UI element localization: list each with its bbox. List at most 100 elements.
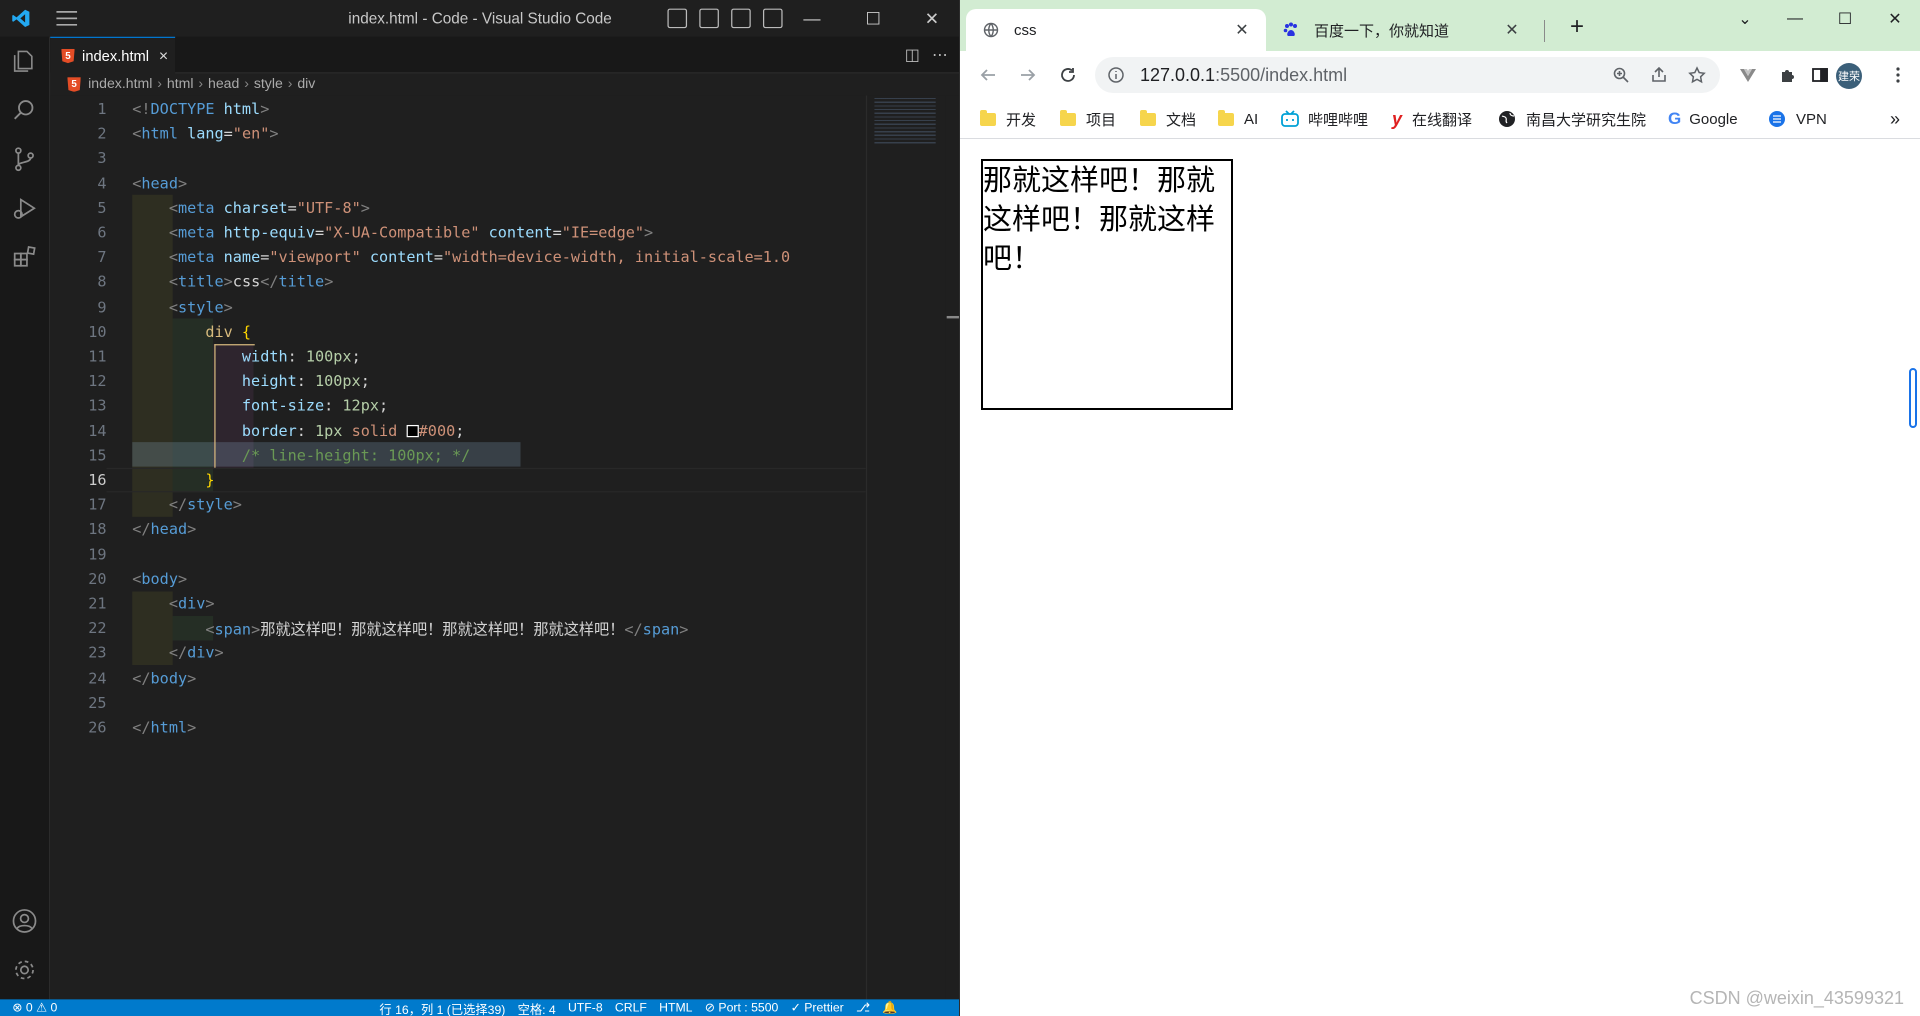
minimize-button[interactable]: —	[1770, 0, 1820, 38]
run-debug-icon[interactable]	[11, 195, 38, 222]
notifications-bell-icon[interactable]: 🔔	[882, 1001, 897, 1014]
code-line[interactable]: 13 font-size: 12px;	[50, 393, 866, 418]
split-editor-icon[interactable]: ◫	[905, 45, 920, 65]
prettier-status[interactable]: ✓ Prettier	[791, 1001, 844, 1014]
bookmark-star-icon[interactable]	[1688, 66, 1706, 84]
code-line[interactable]: 26 </html>	[50, 715, 866, 740]
site-info-icon[interactable]	[1107, 66, 1125, 84]
browser-tab[interactable]: 百度一下，你就知道 ✕	[1266, 9, 1536, 51]
maximize-button[interactable]: ☐	[1820, 0, 1870, 38]
code-editor[interactable]: 1 <!DOCTYPE html> 2 <html lang="en"> 3 4 <head…	[50, 95, 866, 1000]
code-line[interactable]: 8 <title>css</title>	[50, 269, 866, 294]
new-tab-button[interactable]: +	[1570, 15, 1584, 39]
line-ending[interactable]: CRLF	[615, 1001, 647, 1014]
code-line[interactable]: 17 </style>	[50, 492, 866, 517]
bookmark-bilibili[interactable]: 哔哩哔哩	[1280, 107, 1368, 131]
extensions-icon[interactable]	[11, 244, 38, 271]
code-line[interactable]: 15 /* line-height: 100px; */	[50, 442, 866, 467]
live-server-port[interactable]: ⊘ Port : 5500	[705, 1001, 779, 1014]
code-line[interactable]: 5 <meta charset="UTF-8">	[50, 195, 866, 220]
tab-search-icon[interactable]: ⌄	[1720, 0, 1770, 38]
vuejs-extension-icon[interactable]	[1736, 63, 1760, 87]
line-number: 8	[97, 272, 107, 291]
minimize-button[interactable]: —	[784, 0, 840, 37]
explorer-icon[interactable]	[11, 48, 38, 75]
page-scrollbar[interactable]	[1906, 140, 1920, 1016]
breadcrumb-item[interactable]: div	[297, 77, 315, 92]
bookmark-folder-wendang[interactable]: 文档	[1140, 107, 1196, 131]
back-arrow-icon[interactable]	[976, 63, 1000, 87]
maximize-button[interactable]: ☐	[845, 0, 901, 37]
code-line[interactable]: 1 <!DOCTYPE html>	[50, 96, 866, 121]
side-panel-icon[interactable]	[1808, 63, 1832, 87]
code-line[interactable]: 4 <head>	[50, 170, 866, 195]
code-line[interactable]: 6 <meta http-equiv="X-UA-Compatible" con…	[50, 220, 866, 245]
breadcrumb-item[interactable]: index.html	[88, 77, 152, 92]
menu-icon[interactable]	[56, 11, 78, 26]
code-line[interactable]: 11 width: 100px;	[50, 344, 866, 369]
code-text: <head>	[132, 173, 188, 192]
close-window-button[interactable]: ✕	[904, 0, 960, 37]
toggle-sidebar-icon[interactable]	[667, 8, 688, 29]
toggle-panel-icon[interactable]	[699, 8, 719, 29]
close-window-button[interactable]: ✕	[1870, 0, 1920, 38]
code-line[interactable]: 20 <body>	[50, 566, 866, 591]
more-actions-icon[interactable]: ⋯	[932, 45, 948, 65]
close-tab-icon[interactable]: ✕	[1502, 20, 1522, 40]
customize-layout-icon[interactable]	[762, 8, 783, 29]
code-line[interactable]: 22 <span>那就这样吧！那就这样吧！那就这样吧！那就这样吧！</span>	[50, 616, 866, 641]
source-control-icon[interactable]	[11, 146, 38, 173]
browser-tab-active[interactable]: css ✕	[966, 9, 1266, 51]
close-tab-icon[interactable]: ✕	[1232, 20, 1252, 40]
problems-indicator[interactable]: ⊗ 0 ⚠ 0	[12, 1001, 57, 1014]
extensions-puzzle-icon[interactable]	[1776, 63, 1800, 87]
bookmark-google[interactable]: G Google	[1668, 107, 1738, 131]
code-line[interactable]: 18 </head>	[50, 517, 866, 542]
reload-icon[interactable]	[1056, 63, 1080, 87]
bookmark-folder-ai[interactable]: AI	[1218, 107, 1258, 131]
chrome-menu-icon[interactable]	[1886, 63, 1910, 87]
more-bookmarks-button[interactable]: »	[1890, 107, 1900, 131]
page-scrollbar-thumb[interactable]	[1909, 368, 1917, 428]
language-mode[interactable]: HTML	[659, 1001, 692, 1014]
code-line[interactable]: 9 <style>	[50, 294, 866, 319]
code-line[interactable]: 25	[50, 690, 866, 715]
share-icon[interactable]	[1650, 66, 1668, 84]
toggle-secondary-sidebar-icon[interactable]	[731, 8, 751, 29]
bookmark-folder-xiangmu[interactable]: 项目	[1060, 107, 1116, 131]
address-bar[interactable]: 127.0.0.1:5500/index.html	[1095, 57, 1720, 93]
bookmark-ncu-graduate[interactable]: 南昌大学研究生院	[1498, 107, 1646, 131]
breadcrumb-item[interactable]: html	[167, 77, 194, 92]
minimap[interactable]	[865, 95, 946, 1000]
editor-scrollbar[interactable]	[945, 95, 961, 1000]
code-line[interactable]: 12 height: 100px;	[50, 368, 866, 393]
vscode-window: index.html - Code - Visual Studio Code —…	[0, 0, 961, 1016]
profile-avatar[interactable]: 建荣	[1836, 63, 1862, 89]
feedback-icon[interactable]: ⎇	[856, 1001, 870, 1014]
breadcrumb-item[interactable]: style	[254, 77, 283, 92]
code-line[interactable]: 3	[50, 146, 866, 171]
code-line[interactable]: 2 <html lang="en">	[50, 121, 866, 146]
code-line[interactable]: 7 <meta name="viewport" content="width=d…	[50, 245, 866, 270]
code-line[interactable]: 24 </body>	[50, 665, 866, 690]
code-line[interactable]: 21 <div>	[50, 591, 866, 616]
bookmark-vpn[interactable]: VPN	[1768, 107, 1827, 131]
code-line[interactable]: 19	[50, 541, 866, 566]
close-tab-icon[interactable]: ×	[159, 47, 168, 65]
code-line[interactable]: 14 border: 1px solid #000;	[50, 418, 866, 443]
tab-index-html[interactable]: 5 index.html ×	[50, 36, 176, 74]
accounts-icon[interactable]	[11, 908, 38, 935]
code-line[interactable]: 23 </div>	[50, 640, 866, 665]
chevron-right-icon: ›	[244, 77, 249, 92]
encoding[interactable]: UTF-8	[568, 1001, 603, 1014]
bookmark-folder-kaifa[interactable]: 开发	[980, 107, 1036, 131]
breadcrumb-item[interactable]: head	[208, 77, 239, 92]
manage-gear-icon[interactable]	[11, 956, 38, 983]
cursor-position[interactable]: 行 16，列 1 (已选择39)	[379, 999, 505, 1016]
bookmark-youdao[interactable]: y 在线翻译	[1392, 107, 1472, 131]
code-line[interactable]: 10 div {	[50, 319, 866, 344]
zoom-icon[interactable]	[1612, 66, 1630, 84]
search-icon[interactable]	[11, 97, 38, 124]
indentation[interactable]: 空格: 4	[518, 999, 556, 1016]
forward-arrow-icon[interactable]	[1016, 63, 1040, 87]
